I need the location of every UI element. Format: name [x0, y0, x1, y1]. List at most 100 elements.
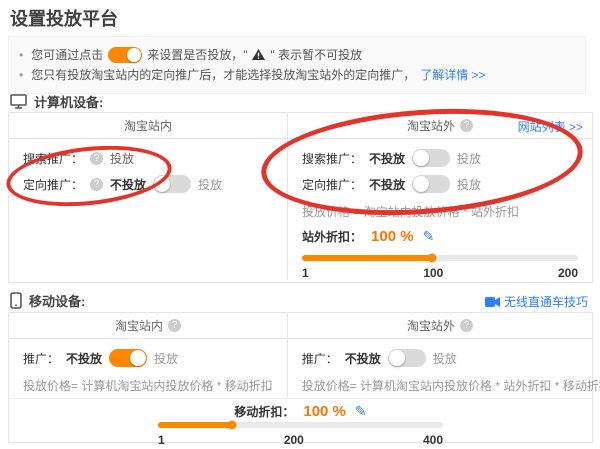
scale-max: 200	[558, 266, 578, 280]
header-label: 淘宝站外	[407, 117, 455, 134]
on-label: 投放	[154, 350, 178, 367]
scale-mid: 200	[284, 433, 304, 447]
off-label: 不投放	[369, 150, 405, 167]
mobile-section-title: 移动设备:	[29, 291, 85, 310]
off-label: 不投放	[369, 176, 405, 193]
mobile-outside-formula: 投放价格= 计算机淘宝站内投放价格 * 站外折扣 * 移动折扣	[302, 377, 600, 394]
target-promo-row-outside: 定向推广： 不投放 投放	[302, 173, 578, 195]
scale-min: 1	[302, 266, 309, 280]
slider-track[interactable]	[302, 255, 578, 261]
header-label: 淘宝站内	[124, 117, 172, 134]
target-promo-toggle-outside[interactable]	[412, 175, 450, 193]
search-promo-row-inside: 搜索推广： ? 投放	[23, 147, 273, 169]
slider-scale: 1 200 400	[158, 433, 443, 447]
mobile-table-body: 推广： 不投放 投放 投放价格= 计算机淘宝站内投放价格 * 移动折扣 推广： …	[9, 339, 592, 398]
help-icon[interactable]: ?	[90, 178, 103, 191]
header-taobao-outside: 淘宝站外 ? 网站列表 >>	[288, 113, 592, 138]
search-promo-toggle-outside[interactable]	[412, 149, 450, 167]
search-promo-row-outside: 搜索推广： 不投放 投放	[302, 147, 578, 169]
computer-section-title: 计算机设备:	[34, 92, 103, 111]
row-label: 搜索推广：	[23, 150, 83, 167]
header-taobao-inside: 淘宝站内	[9, 113, 288, 138]
bullet-icon: •	[19, 48, 23, 62]
page-title: 设置投放平台	[10, 5, 118, 31]
notice-text: " 表示暂不可投放	[270, 46, 362, 63]
help-icon[interactable]: ?	[460, 119, 473, 132]
offsite-price-formula: 投放价格 = 淘宝站内投放价格 * 站外折扣	[302, 203, 578, 220]
row-label: 定向推广：	[302, 176, 362, 193]
edit-pencil-icon[interactable]: ✎	[423, 228, 435, 245]
edit-pencil-icon[interactable]: ✎	[355, 403, 367, 420]
row-label: 搜索推广：	[302, 150, 362, 167]
mobile-discount-label: 移动折扣：	[234, 403, 294, 420]
target-promo-row-inside: 定向推广： ? 不投放 投放	[23, 173, 273, 195]
mobile-discount-footer: 移动折扣： 100 % ✎ 1 200 400	[9, 398, 592, 447]
learn-more-link[interactable]: 了解详情 >>	[420, 66, 485, 83]
scale-min: 1	[158, 433, 165, 447]
header-label: 淘宝站外	[407, 317, 455, 334]
promo-row-inside: 推广： 不投放 投放	[23, 347, 273, 369]
mobile-discount-slider[interactable]: 1 200 400	[158, 422, 443, 447]
row-label: 定向推广：	[23, 176, 83, 193]
help-icon[interactable]: ?	[90, 152, 103, 165]
computer-inside-cell: 搜索推广： ? 投放 定向推广： ? 不投放 投放	[9, 139, 288, 280]
slider-fill	[158, 422, 232, 428]
computer-table: 淘宝站内 淘宝站外 ? 网站列表 >> 搜索推广： ? 投放 定向推广： ? 不…	[8, 112, 593, 283]
header-taobao-inside: 淘宝站内 ?	[9, 313, 288, 338]
promo-toggle-outside[interactable]	[388, 349, 426, 367]
mobile-inside-cell: 推广： 不投放 投放 投放价格= 计算机淘宝站内投放价格 * 移动折扣	[9, 339, 288, 398]
notice-text: 您只有投放淘宝站内的定向推广后，才能选择投放淘宝站外的定向推广，	[31, 66, 415, 83]
help-icon[interactable]: ?	[168, 319, 181, 332]
notice-line-1: • 您可通过点击 来设置是否投放，" " 表示暂不可投放	[19, 46, 575, 63]
offsite-discount-label: 站外折扣：	[302, 228, 362, 245]
slider-handle[interactable]	[228, 421, 237, 430]
off-label: 不投放	[66, 350, 102, 367]
on-label: 投放	[433, 350, 457, 367]
help-icon[interactable]: ?	[460, 319, 473, 332]
notice-panel: • 您可通过点击 来设置是否投放，" " 表示暂不可投放 • 您只有投放淘宝站内…	[8, 36, 586, 94]
scale-mid: 100	[423, 266, 443, 280]
row-label: 推广：	[23, 350, 59, 367]
computer-table-body: 搜索推广： ? 投放 定向推广： ? 不投放 投放 搜索推广： 不投放 投放	[9, 139, 592, 280]
notice-text: 来设置是否投放，"	[147, 46, 247, 63]
offsite-discount-value: 100 %	[371, 228, 414, 245]
promo-row-outside: 推广： 不投放 投放	[302, 347, 600, 369]
header-label: 淘宝站内	[115, 317, 163, 334]
search-promo-status: 投放	[110, 150, 134, 167]
slider-handle[interactable]	[427, 254, 436, 263]
warning-icon	[252, 49, 265, 60]
notice-line-2: • 您只有投放淘宝站内的定向推广后，才能选择投放淘宝站外的定向推广， 了解详情 …	[19, 66, 575, 83]
offsite-discount-slider[interactable]: 1 100 200	[302, 255, 578, 280]
placement-settings-page: 设置投放平台 • 您可通过点击 来设置是否投放，" " 表示暂不可投放 • 您只…	[0, 0, 600, 449]
promo-toggle-inside[interactable]	[109, 349, 147, 367]
demo-toggle[interactable]	[108, 47, 142, 63]
computer-outside-cell: 搜索推广： 不投放 投放 定向推广： 不投放 投放 投放价格 = 淘宝站内投放价…	[288, 139, 592, 280]
slider-fill	[302, 255, 432, 261]
off-label: 不投放	[110, 176, 146, 193]
toggle-knob	[389, 350, 405, 366]
toggle-knob	[127, 48, 141, 62]
toggle-knob	[130, 350, 146, 366]
target-promo-toggle-inside[interactable]	[153, 175, 191, 193]
row-label: 推广：	[302, 350, 338, 367]
bullet-icon: •	[19, 68, 23, 82]
off-label: 不投放	[345, 350, 381, 367]
wireless-tips[interactable]: 无线直通车技巧	[485, 293, 588, 310]
mobile-table-header: 淘宝站内 ? 淘宝站外 ?	[9, 313, 592, 339]
mobile-section-header: 移动设备:	[10, 291, 85, 310]
slider-track[interactable]	[158, 422, 443, 428]
wireless-tips-link[interactable]: 无线直通车技巧	[504, 293, 588, 310]
scale-max: 400	[423, 433, 443, 447]
slider-scale: 1 100 200	[302, 266, 578, 280]
on-label: 投放	[457, 150, 481, 167]
mobile-outside-cell: 推广： 不投放 投放 投放价格= 计算机淘宝站内投放价格 * 站外折扣 * 移动…	[288, 339, 600, 398]
mobile-table: 淘宝站内 ? 淘宝站外 ? 推广： 不投放 投放 投放价格= 计算机淘宝站内投放…	[8, 312, 593, 443]
computer-section-header: 计算机设备:	[10, 92, 103, 111]
video-camera-icon	[485, 297, 500, 307]
phone-icon	[10, 292, 22, 309]
site-list-link[interactable]: 网站列表 >>	[518, 118, 583, 135]
mobile-discount: 移动折扣： 100 % ✎	[9, 403, 592, 420]
monitor-icon	[10, 94, 27, 109]
computer-table-header: 淘宝站内 淘宝站外 ? 网站列表 >>	[9, 113, 592, 139]
toggle-knob	[413, 176, 429, 192]
